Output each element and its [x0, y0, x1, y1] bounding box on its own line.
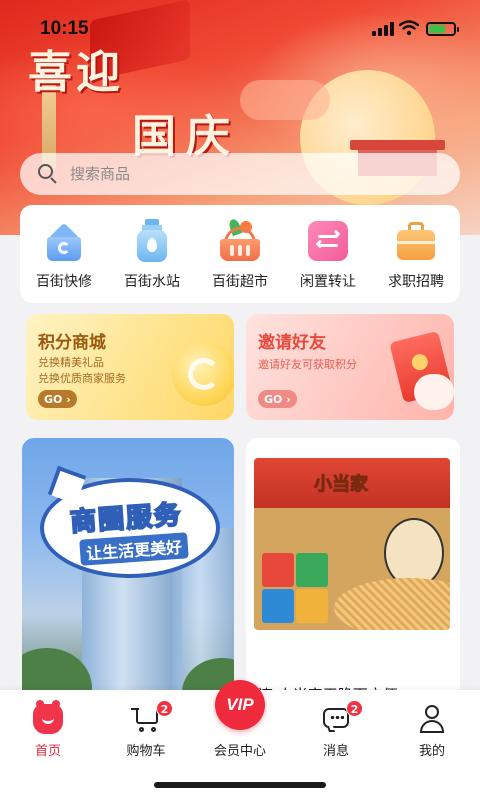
points-mall-title: 积分商城	[38, 333, 106, 353]
home-indicator	[154, 782, 326, 788]
user-icon	[417, 704, 447, 734]
water-bottle-icon	[130, 219, 174, 263]
invite-friends-card[interactable]: 邀请好友 邀请好友可获取积分 GO ›	[246, 314, 454, 420]
briefcase-icon	[394, 219, 438, 263]
hand-decoration	[414, 374, 454, 410]
message-badge: 2	[346, 700, 363, 717]
repair-house-icon	[42, 219, 86, 263]
tab-label: 我的	[418, 744, 445, 759]
product-image: 小当家	[254, 458, 450, 630]
quick-nav-label: 百街快修	[36, 274, 92, 290]
tab-label: 消息	[322, 744, 349, 759]
quick-nav: 百街快修 百街水站 百街超市 闲置转让 求职招聘	[20, 205, 460, 303]
cart-badge: 2	[156, 700, 173, 717]
search-input[interactable]	[70, 165, 430, 183]
invite-friends-title: 邀请好友	[258, 333, 326, 353]
invite-friends-desc: 邀请好友可获取积分	[258, 358, 357, 371]
quick-nav-water[interactable]: 百街水站	[112, 219, 192, 303]
shopping-basket-icon	[218, 217, 262, 263]
business-service-bubble: 商圈服务 让生活更美好	[40, 465, 220, 578]
tab-label: 购物车	[126, 744, 166, 759]
home-icon	[33, 700, 63, 734]
product-brand: 小当家	[314, 474, 369, 496]
vip-button[interactable]: VIP	[215, 680, 265, 730]
points-mall-card[interactable]: 积分商城 兑换精美礼品 兑换优质商家服务 GO ›	[26, 314, 234, 420]
points-mall-desc-2: 兑换优质商家服务	[38, 372, 126, 385]
quick-nav-label: 百街超市	[212, 274, 268, 290]
quick-nav-secondhand[interactable]: 闲置转让	[288, 219, 368, 303]
invite-friends-go-button[interactable]: GO ›	[258, 390, 297, 408]
status-time: 10:15	[40, 18, 89, 39]
tab-label: 首页	[34, 744, 61, 759]
quick-nav-supermarket[interactable]: 百街超市	[200, 217, 280, 303]
banner-title-line1: 喜迎	[28, 47, 124, 98]
quick-nav-label: 百街水站	[124, 274, 180, 290]
search-bar[interactable]	[20, 153, 460, 195]
product-card[interactable]: 小当家 遼 小当家干脆面方便	[246, 438, 460, 708]
tab-label: 会员中心	[213, 744, 266, 759]
vip-icon: VIP	[226, 695, 254, 714]
quick-nav-label: 求职招聘	[388, 274, 444, 290]
search-icon	[38, 164, 58, 184]
quick-nav-label: 闲置转让	[300, 274, 356, 290]
exchange-icon	[306, 219, 350, 263]
business-service-title: 商圈服务	[68, 499, 184, 539]
battery-icon	[426, 22, 459, 36]
points-mall-go-button[interactable]: GO ›	[38, 390, 77, 408]
signal-icon	[372, 22, 394, 36]
quick-nav-jobs[interactable]: 求职招聘	[376, 219, 456, 303]
points-mall-desc-1: 兑换精美礼品	[38, 356, 104, 369]
quick-nav-repair[interactable]: 百街快修	[24, 219, 104, 303]
coin-icon	[172, 342, 234, 406]
cloud-decoration	[240, 80, 330, 120]
wifi-icon	[399, 20, 419, 36]
status-bar: 10:15	[0, 0, 480, 44]
